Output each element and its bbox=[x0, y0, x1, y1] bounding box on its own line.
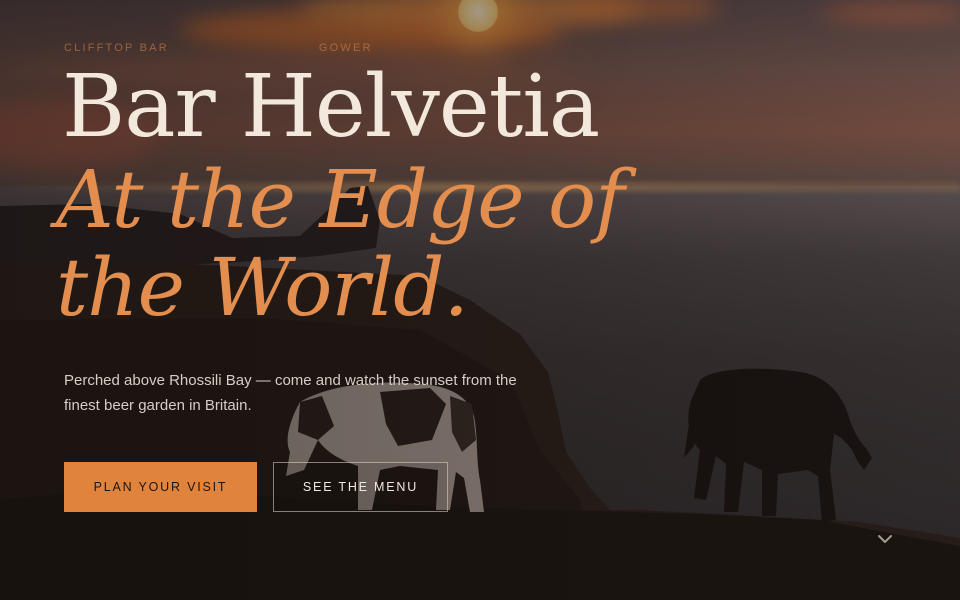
see-the-menu-button[interactable]: See the Menu bbox=[273, 462, 448, 512]
hero-section: Clifftop Bar Gower Bar Helvetia At the Ed… bbox=[0, 0, 960, 600]
eyebrow-right: Gower bbox=[318, 42, 373, 54]
plan-your-visit-button[interactable]: Plan Your Visit bbox=[64, 462, 257, 512]
tagline-line-2: the World. bbox=[56, 241, 469, 334]
hero-description: Perched above Rhossili Bay — come and wa… bbox=[64, 372, 517, 414]
chevron-down-icon[interactable] bbox=[876, 532, 894, 546]
eyebrow-text: Clifftop Bar Gower bbox=[64, 42, 373, 54]
page-title: Bar Helvetia bbox=[62, 57, 600, 157]
tagline: At the Edge of the World. bbox=[56, 156, 776, 332]
eyebrow-left: Clifftop Bar bbox=[64, 42, 169, 54]
tagline-line-1: At the Edge of bbox=[56, 153, 625, 246]
